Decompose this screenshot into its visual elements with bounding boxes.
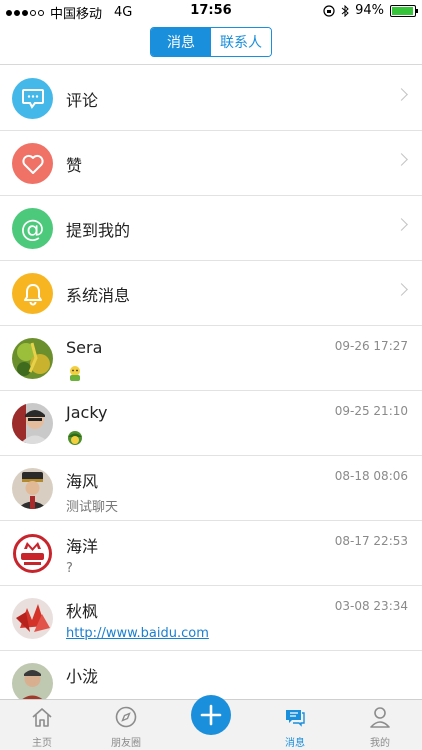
tab-label: 主页	[32, 738, 52, 749]
tab-label: 我的	[370, 738, 390, 749]
status-right: 94%	[323, 3, 418, 18]
at-icon: @	[12, 208, 53, 249]
plus-icon	[200, 704, 222, 726]
plus-button[interactable]	[191, 695, 231, 735]
bell-icon	[12, 273, 53, 314]
conversation-row[interactable]: 海洋 08-17 22:53 ?	[0, 521, 422, 586]
message-link[interactable]: http://www.baidu.com	[66, 626, 209, 641]
tab-label: 消息	[285, 738, 305, 749]
tab-me[interactable]: 我的	[338, 700, 422, 750]
navigation-bar: 消息 联系人	[0, 22, 422, 65]
conversation-row[interactable]: 秋枫 03-08 23:34 http://www.baidu.com	[0, 586, 422, 651]
contact-name: 海风	[66, 472, 99, 491]
chevron-right-icon	[395, 88, 408, 101]
contact-name: Jacky	[66, 403, 108, 422]
category-label: 提到我的	[66, 221, 131, 240]
chevron-right-icon	[395, 283, 408, 296]
category-label: 评论	[66, 91, 99, 110]
segment-messages[interactable]: 消息	[151, 28, 211, 56]
home-icon	[32, 708, 52, 727]
avatar	[12, 338, 53, 379]
chevron-right-icon	[395, 218, 408, 231]
contact-name: 秋枫	[66, 602, 99, 621]
avatar	[12, 663, 53, 704]
status-bar: 中国移动 4G 17:56 94%	[0, 0, 422, 22]
message-time: 08-17 22:53	[334, 534, 408, 548]
contact-name: 海洋	[66, 537, 99, 556]
chevron-right-icon	[395, 153, 408, 166]
avatar	[12, 403, 53, 444]
person-icon	[370, 707, 390, 728]
category-label: 系统消息	[66, 286, 131, 305]
message-preview: ?	[66, 561, 73, 576]
segment-contacts[interactable]: 联系人	[211, 28, 271, 56]
comment-icon	[12, 78, 53, 119]
category-likes[interactable]: 赞	[0, 131, 422, 196]
tab-messages[interactable]: 消息	[253, 700, 337, 750]
message-time: 09-26 17:27	[334, 339, 408, 353]
message-list: 评论 赞 @ 提到我的 系统消息 Sera 09-26 17:27 Jacky …	[0, 66, 422, 716]
message-preview: 测试聊天	[66, 500, 119, 515]
bluetooth-icon	[341, 4, 349, 17]
battery-percent: 94%	[355, 3, 384, 18]
message-time: 03-08 23:34	[334, 599, 408, 613]
segmented-control: 消息 联系人	[150, 27, 272, 57]
emoji-sticker-icon	[66, 429, 84, 451]
rotation-lock-icon	[323, 4, 335, 17]
contact-name: Sera	[66, 338, 103, 357]
tab-label: 朋友圈	[111, 738, 141, 749]
message-time: 08-18 08:06	[334, 469, 408, 483]
avatar	[12, 598, 53, 639]
category-mentions[interactable]: @ 提到我的	[0, 196, 422, 261]
avatar	[12, 533, 53, 574]
tab-moments[interactable]: 朋友圈	[84, 700, 168, 750]
category-comments[interactable]: 评论	[0, 66, 422, 131]
tab-home[interactable]: 主页	[0, 700, 84, 750]
heart-icon	[12, 143, 53, 184]
compass-icon	[115, 706, 137, 728]
battery-icon	[390, 4, 418, 17]
avatar	[12, 468, 53, 509]
message-time: 09-25 21:10	[334, 404, 408, 418]
emoji-sticker-icon	[66, 364, 84, 386]
message-icon	[286, 710, 305, 727]
conversation-row[interactable]: Jacky 09-25 21:10	[0, 391, 422, 456]
contact-name: 小泷	[66, 667, 99, 686]
conversation-row[interactable]: Sera 09-26 17:27	[0, 326, 422, 391]
conversation-row[interactable]: 海风 08-18 08:06 测试聊天	[0, 456, 422, 521]
category-label: 赞	[66, 156, 83, 175]
tab-bar: 主页 朋友圈 消息 我的	[0, 695, 422, 750]
category-system[interactable]: 系统消息	[0, 261, 422, 326]
